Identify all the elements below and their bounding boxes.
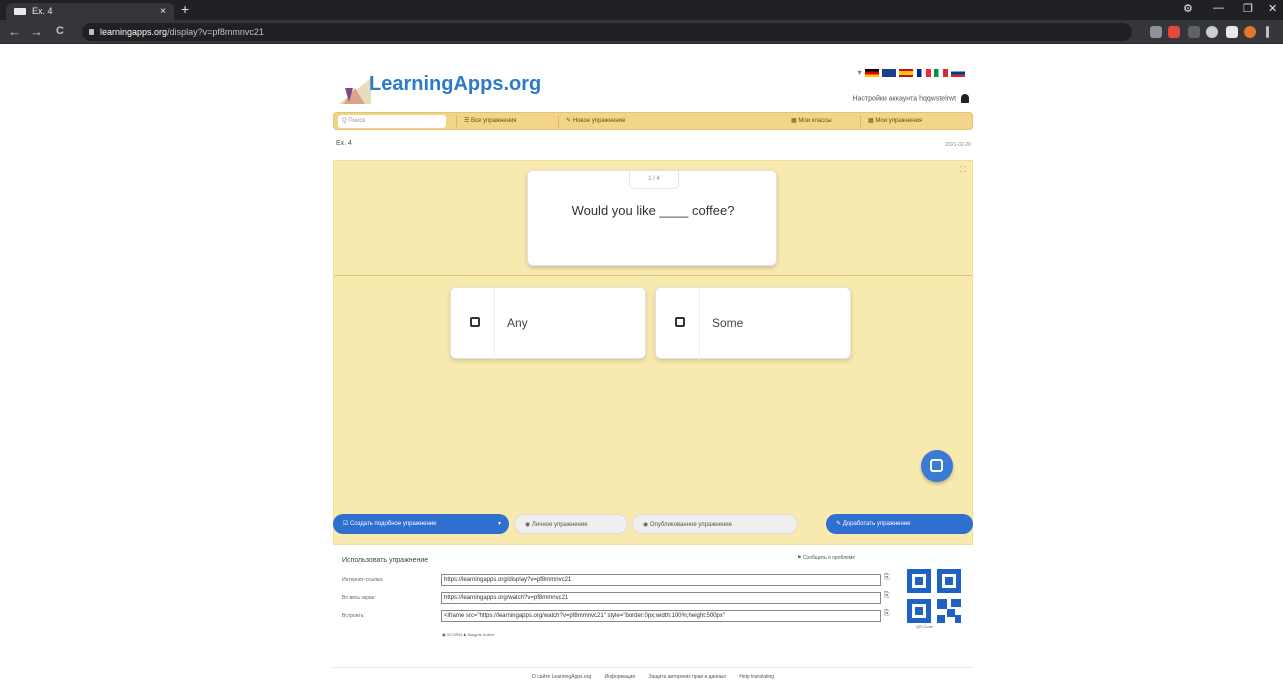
fullscreen-label: Во весь экран:	[342, 595, 376, 601]
check-answer-button[interactable]	[921, 450, 953, 482]
checkbox-cell	[451, 288, 495, 360]
favicon-icon	[14, 8, 26, 15]
flag-it-icon[interactable]	[933, 68, 948, 77]
person-icon	[961, 94, 969, 103]
copy-icon[interactable]: ⎘	[884, 592, 890, 600]
report-problem-link[interactable]: ⚑ Сообщить о проблеме	[797, 555, 855, 561]
maximize-button[interactable]: ❐	[1243, 2, 1253, 15]
extension-icon[interactable]	[1168, 26, 1180, 38]
menu-divider	[860, 116, 861, 127]
answer-option[interactable]: Any	[450, 287, 646, 360]
checkbox[interactable]	[470, 317, 480, 327]
footer-link-info[interactable]: Информация	[605, 674, 636, 680]
close-window-button[interactable]: ✕	[1268, 2, 1277, 15]
page-content: LearningApps.org ▾ Настройки аккаунта hq…	[333, 44, 973, 683]
question-counter: 1 / 4	[629, 171, 679, 189]
extension-icon[interactable]	[1188, 26, 1200, 38]
use-exercise-heading: Использовать упражнение	[342, 557, 429, 564]
language-selector[interactable]: ▾	[858, 68, 965, 77]
question-card: 1 / 4 Would you like ____ coffee?	[527, 170, 777, 266]
qr-code-label: QR-Code	[916, 624, 933, 629]
url-path: /display?v=pf8mmnvc21	[167, 27, 264, 37]
page-title: Ex. 4	[336, 140, 352, 147]
embed-code-field[interactable]: <iframe src="https://learningapps.org/wa…	[441, 610, 881, 622]
menu-my-exercises[interactable]: ▦ Мои упражнения	[868, 113, 922, 130]
flag-es-icon[interactable]	[899, 68, 914, 77]
copy-icon[interactable]: ⎘	[884, 574, 890, 582]
flag-de-icon[interactable]	[864, 68, 879, 77]
create-similar-label: ☑ Создать подобное упражнение	[343, 521, 437, 527]
embed-label: Встроить:	[342, 613, 365, 619]
lock-icon	[89, 29, 94, 35]
footer-divider	[333, 667, 973, 668]
flag-fr-icon[interactable]	[916, 68, 931, 77]
export-links[interactable]: ▣ SCORM ♟ Модуль Author	[442, 632, 495, 637]
minimize-button[interactable]: —	[1213, 2, 1224, 14]
url-domain: learningapps.org	[100, 27, 168, 37]
answer-option[interactable]: Some	[655, 287, 851, 360]
app-divider	[334, 275, 972, 276]
chevron-down-icon[interactable]: ▾	[498, 514, 501, 534]
improve-exercise-button[interactable]: ✎ Доработать упражнение	[826, 514, 973, 534]
question-text: Would you like ____ coffee?	[571, 203, 735, 218]
forward-button[interactable]: →	[30, 24, 43, 39]
option-label: Some	[712, 316, 744, 330]
browser-tab[interactable]: Ex. 4 ×	[6, 3, 174, 20]
action-buttons: ☑ Создать подобное упражнение ▾ ◉ Личное…	[333, 514, 973, 534]
create-similar-button[interactable]: ☑ Создать подобное упражнение ▾	[333, 514, 509, 534]
site-logo[interactable]: LearningApps.org	[369, 73, 541, 96]
tab-title: Ex. 4	[32, 6, 53, 16]
checkbox[interactable]	[675, 317, 685, 327]
footer: О сайте LearningApps.org Информация Защи…	[333, 674, 973, 680]
copy-icon[interactable]: ⎘	[884, 610, 890, 618]
qr-code-icon[interactable]	[907, 569, 961, 623]
browser-tab-strip: Ex. 4 × + ⚙ — ❐ ✕	[0, 0, 1283, 20]
checkbox-cell	[656, 288, 700, 360]
address-bar: ← → C learningapps.org/display?v=pf8mmnv…	[0, 20, 1283, 44]
chevron-down-icon: ▾	[857, 68, 862, 77]
url-input[interactable]: learningapps.org/display?v=pf8mmnvc21	[82, 23, 1132, 41]
menu-my-classes[interactable]: ▦ Мои классы	[791, 113, 832, 130]
flag-ru-icon[interactable]	[951, 68, 965, 77]
private-exercise-toggle[interactable]: ◉ Личное упражнение	[514, 514, 628, 534]
public-exercise-toggle[interactable]: ◉ Опубликованное упражнение	[632, 514, 798, 534]
extensions-puzzle-icon[interactable]	[1226, 26, 1238, 38]
share-link-field[interactable]: https://learningapps.org/display?v=pf8mm…	[441, 574, 881, 586]
bookmark-icon[interactable]	[1150, 26, 1162, 38]
link-label: Интернет-ссылка:	[342, 577, 384, 583]
footer-link-about[interactable]: О сайте LearningApps.org	[532, 674, 591, 680]
main-menu: Q Поиск ☰ Все упражнения ✎ Новое упражне…	[333, 112, 973, 130]
footer-link-privacy[interactable]: Защита авторских прав и данных	[649, 674, 726, 680]
menu-new-exercise[interactable]: ✎ Новое упражнение	[566, 113, 625, 130]
option-label: Any	[507, 316, 528, 330]
extension-icon[interactable]	[1206, 26, 1218, 38]
account-settings-link[interactable]: Настройки аккаунта hqqwstelrwt	[852, 94, 969, 103]
new-tab-button[interactable]: +	[181, 1, 189, 17]
reload-button[interactable]: C	[56, 25, 64, 37]
profile-avatar[interactable]	[1244, 26, 1256, 38]
search-input[interactable]: Q Поиск	[338, 115, 446, 128]
menu-all-exercises[interactable]: ☰ Все упражнения	[464, 113, 517, 130]
menu-divider	[456, 116, 457, 127]
menu-divider	[558, 116, 559, 127]
footer-link-translate[interactable]: Help translating	[739, 674, 774, 680]
browser-menu-icon[interactable]	[1266, 26, 1269, 38]
exercise-date: 2021-02-20	[945, 142, 971, 148]
flag-en-icon[interactable]	[882, 68, 897, 77]
check-icon	[930, 459, 943, 472]
logo-graphic	[339, 78, 371, 104]
account-label: Настройки аккаунта hqqwstelrwt	[852, 95, 957, 103]
tab-close-icon[interactable]: ×	[160, 3, 166, 20]
settings-icon[interactable]: ⚙	[1183, 2, 1193, 15]
fullscreen-link-field[interactable]: https://learningapps.org/watch?v=pf8mmnv…	[441, 592, 881, 604]
back-button[interactable]: ←	[8, 24, 21, 39]
exercise-area: ⛶ 1 / 4 Would you like ____ coffee? Any …	[333, 160, 973, 545]
fullscreen-icon[interactable]: ⛶	[960, 165, 966, 175]
